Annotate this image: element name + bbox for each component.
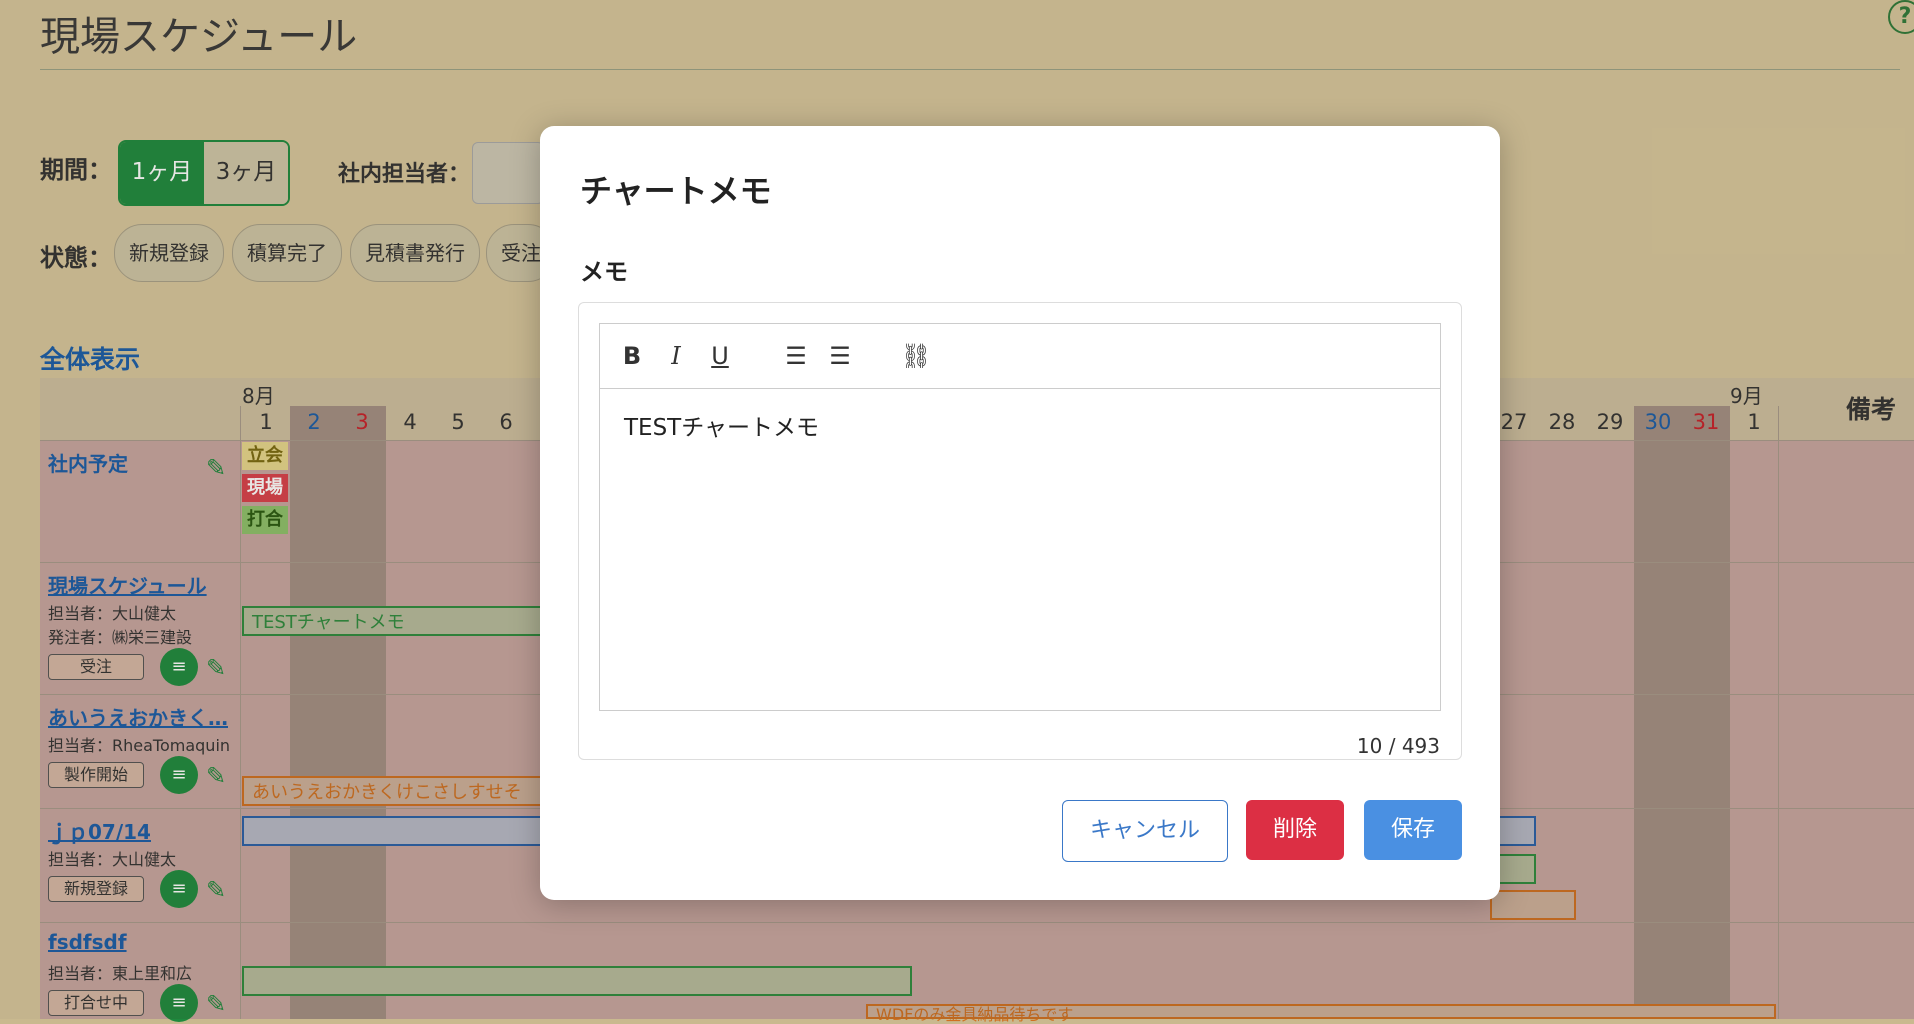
dialog-title: チャートメモ — [580, 172, 772, 210]
editor-container: B I U ☰ ☰ ⛓ TESTチャートメモ 10 / 493 — [578, 302, 1462, 760]
chart-memo-dialog: チャートメモ メモ B I U ☰ ☰ ⛓ TESTチャートメモ 10 / 49… — [540, 126, 1500, 900]
character-counter: 10 / 493 — [1356, 734, 1440, 758]
save-button[interactable]: 保存 — [1364, 800, 1462, 860]
bullet-list-icon[interactable]: ☰ — [824, 340, 856, 372]
italic-button[interactable]: I — [660, 340, 692, 372]
ordered-list-icon[interactable]: ☰ — [780, 340, 812, 372]
rich-text-editor: B I U ☰ ☰ ⛓ TESTチャートメモ 10 / 493 — [599, 323, 1441, 758]
memo-content-editable[interactable]: TESTチャートメモ — [624, 408, 819, 442]
link-icon[interactable]: ⛓ — [900, 340, 932, 372]
cancel-button[interactable]: キャンセル — [1062, 800, 1228, 862]
delete-button[interactable]: 削除 — [1246, 800, 1344, 860]
bold-button[interactable]: B — [616, 340, 648, 372]
underline-button[interactable]: U — [704, 340, 736, 372]
memo-field-label: メモ — [580, 258, 628, 286]
editor-toolbar: B I U ☰ ☰ ⛓ — [600, 324, 1440, 389]
